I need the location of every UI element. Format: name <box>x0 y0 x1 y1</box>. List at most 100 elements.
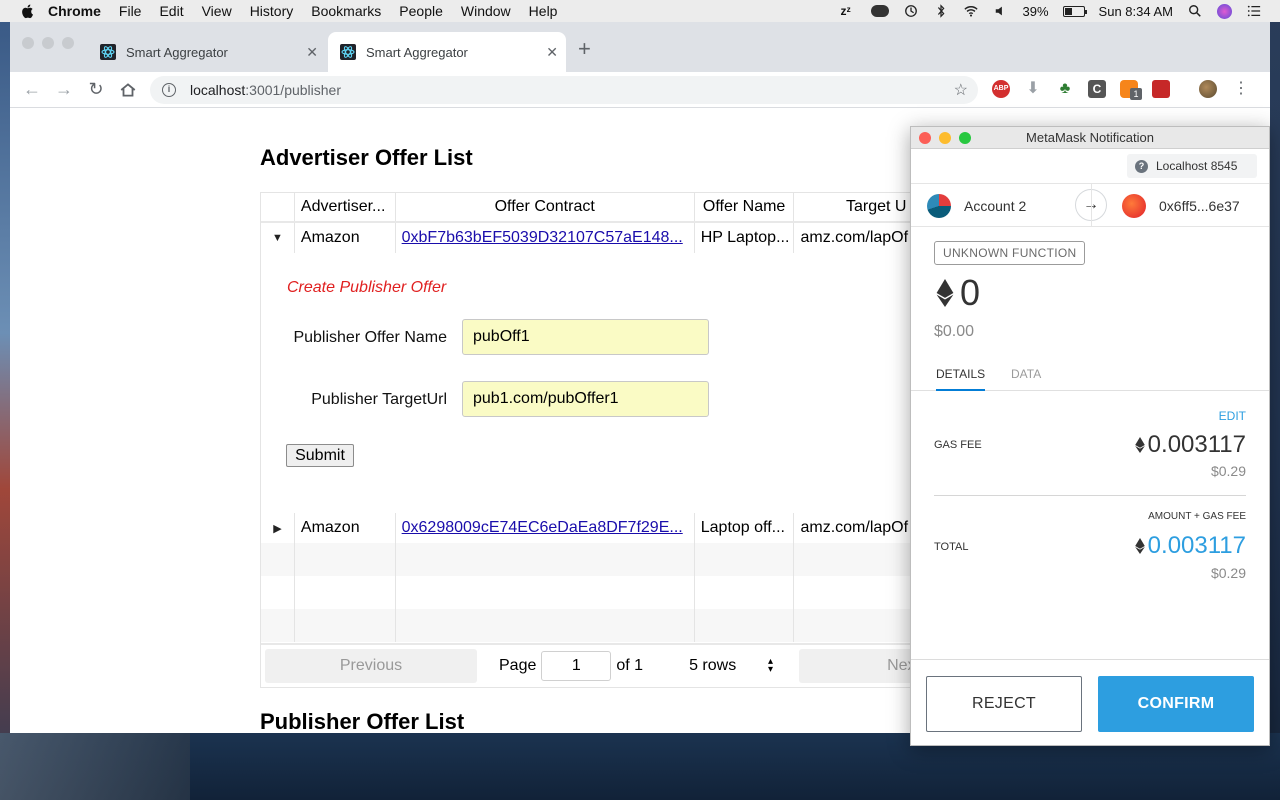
forward-icon[interactable]: → <box>48 79 80 100</box>
siri-icon[interactable] <box>1217 3 1232 19</box>
metamask-window-title: MetaMask Notification <box>1026 130 1154 145</box>
menu-view[interactable]: View <box>202 3 232 19</box>
notification-center-icon[interactable] <box>1246 4 1262 18</box>
url-path: :3001/publisher <box>245 82 342 98</box>
menu-people[interactable]: People <box>399 3 443 19</box>
bookmark-star-icon[interactable]: ☆ <box>954 80 968 100</box>
menu-file[interactable]: File <box>119 3 142 19</box>
ethereum-icon <box>1134 437 1145 453</box>
question-circle-icon: ? <box>1135 159 1148 173</box>
browser-tab-2-active[interactable]: Smart Aggregator ✕ <box>328 32 566 72</box>
cell-contract: 0x6298009cE74EC6eDaEa8DF7f29E... <box>396 513 695 543</box>
target-url-input[interactable]: pub1.com/pubOffer1 <box>462 381 709 417</box>
tab-details[interactable]: DETAILS <box>936 367 986 391</box>
home-icon[interactable] <box>119 81 137 99</box>
contract-link[interactable]: 0xbF7b63bEF5039D32107C57aE148... <box>402 229 683 247</box>
page-number-input[interactable]: 1 <box>541 651 612 681</box>
column-header-advertiser[interactable]: Advertiser... <box>295 193 396 221</box>
download-arrow-icon[interactable]: ⬇ <box>1024 80 1042 98</box>
adblock-plus-icon[interactable]: ABP <box>992 80 1010 98</box>
page-total: of 1 <box>616 657 644 674</box>
extension-badge: 1 <box>1130 88 1142 100</box>
gas-fee-eth: 0.003117 <box>1147 431 1246 458</box>
menubar-clock[interactable]: Sun 8:34 AM <box>1099 4 1173 19</box>
cell-advertiser: Amazon <box>295 223 396 253</box>
address-bar[interactable]: i localhost :3001/publisher ☆ <box>150 76 978 104</box>
form-title: Create Publisher Offer <box>287 279 447 296</box>
url-host: localhost <box>190 82 246 98</box>
battery-icon[interactable] <box>1062 5 1087 17</box>
menu-edit[interactable]: Edit <box>159 3 183 19</box>
edit-gas-link[interactable]: EDIT <box>1219 409 1246 423</box>
total-eth: 0.003117 <box>1147 532 1246 559</box>
spotlight-search-icon[interactable] <box>1187 4 1203 18</box>
close-window-button[interactable] <box>919 132 931 144</box>
network-name: Localhost 8545 <box>1156 159 1238 173</box>
menu-help[interactable]: Help <box>529 3 558 19</box>
desktop-wallpaper-left <box>0 22 10 800</box>
select-updown-icon: ▴ ▾ <box>768 656 774 675</box>
pagination-bar: Previous Page 1 of 1 5 rows ▴ ▾ Nex <box>261 643 959 687</box>
battery-percent: 39% <box>1022 3 1049 19</box>
from-account-name[interactable]: Account 2 <box>964 198 1026 214</box>
menu-window[interactable]: Window <box>461 3 511 19</box>
total-usd: $0.29 <box>1210 565 1246 581</box>
c-extension-icon[interactable]: C <box>1088 80 1106 98</box>
metamask-title-bar: MetaMask Notification <box>911 127 1269 149</box>
wifi-icon[interactable] <box>963 4 979 18</box>
zoom-window-button[interactable] <box>959 132 971 144</box>
clover-extension-icon[interactable]: ♣ <box>1056 80 1074 98</box>
submit-button[interactable]: Submit <box>286 444 354 467</box>
page-label: Page <box>499 657 537 674</box>
profile-avatar[interactable] <box>1199 80 1217 98</box>
menu-app-name[interactable]: Chrome <box>48 3 101 19</box>
red-extension-icon[interactable] <box>1152 80 1170 98</box>
volume-icon[interactable] <box>993 4 1009 18</box>
contract-link[interactable]: 0x6298009cE74EC6eDaEa8DF7f29E... <box>402 519 683 537</box>
confirm-button[interactable]: CONFIRM <box>1098 676 1254 732</box>
sleep-zz-icon[interactable]: zᶻ <box>841 4 857 18</box>
caret-right-icon: ▶ <box>273 522 282 535</box>
row-collapse-toggle[interactable]: ▼ <box>261 223 295 253</box>
offer-name-input[interactable]: pubOff1 <box>462 319 709 355</box>
menu-bookmarks[interactable]: Bookmarks <box>311 3 381 19</box>
close-tab-icon[interactable]: ✕ <box>306 44 318 61</box>
bluetooth-icon[interactable] <box>933 4 949 18</box>
tab-title: Smart Aggregator <box>126 44 228 60</box>
minimize-window-button[interactable] <box>939 132 951 144</box>
column-header-offer-name[interactable]: Offer Name <box>695 193 795 221</box>
zoom-window-button[interactable] <box>62 37 74 49</box>
tab-data[interactable]: DATA <box>1011 367 1041 381</box>
network-indicator[interactable]: ? Localhost 8545 <box>1127 154 1257 178</box>
cell-advertiser: Amazon <box>295 513 396 543</box>
previous-page-button[interactable]: Previous <box>265 649 477 683</box>
empty-table-row <box>261 576 959 609</box>
reject-button[interactable]: REJECT <box>926 676 1082 732</box>
transaction-amount: 0 <box>936 272 980 314</box>
apple-menu-icon[interactable] <box>20 3 36 19</box>
sender-recipient-bar: Account 2 → 0x6ff5...6e37 <box>911 183 1269 227</box>
reload-icon[interactable]: ↻ <box>80 79 112 100</box>
to-address[interactable]: 0x6ff5...6e37 <box>1159 198 1240 214</box>
rows-per-page-select[interactable]: 5 rows ▴ ▾ <box>685 654 777 678</box>
time-machine-icon[interactable] <box>903 4 919 18</box>
cell-offer-name: Laptop off... <box>695 513 795 543</box>
browser-tab-1[interactable]: Smart Aggregator ✕ <box>88 32 326 72</box>
empty-table-row <box>261 543 959 576</box>
menu-history[interactable]: History <box>250 3 294 19</box>
column-header-offer-contract[interactable]: Offer Contract <box>396 193 695 221</box>
browser-toolbar: ← → ↻ i localhost :3001/publisher ☆ ABP … <box>10 72 1270 108</box>
close-tab-icon[interactable]: ✕ <box>546 44 558 61</box>
site-info-icon[interactable]: i <box>162 83 176 97</box>
tab-strip: Smart Aggregator ✕ Smart Aggregator ✕ + <box>10 22 1270 72</box>
back-icon[interactable]: ← <box>16 79 48 100</box>
minimize-window-button[interactable] <box>42 37 54 49</box>
new-tab-button[interactable]: + <box>578 36 591 62</box>
row-expand-toggle[interactable]: ▶ <box>261 513 295 543</box>
cloud-status-icon[interactable] <box>870 5 889 17</box>
close-window-button[interactable] <box>22 37 34 49</box>
table-header: Advertiser... Offer Contract Offer Name … <box>261 193 960 223</box>
section-divider <box>934 495 1246 496</box>
gas-fee-value: 0.003117 <box>1134 431 1246 459</box>
chrome-menu-icon[interactable]: ⋮ <box>1232 80 1250 98</box>
